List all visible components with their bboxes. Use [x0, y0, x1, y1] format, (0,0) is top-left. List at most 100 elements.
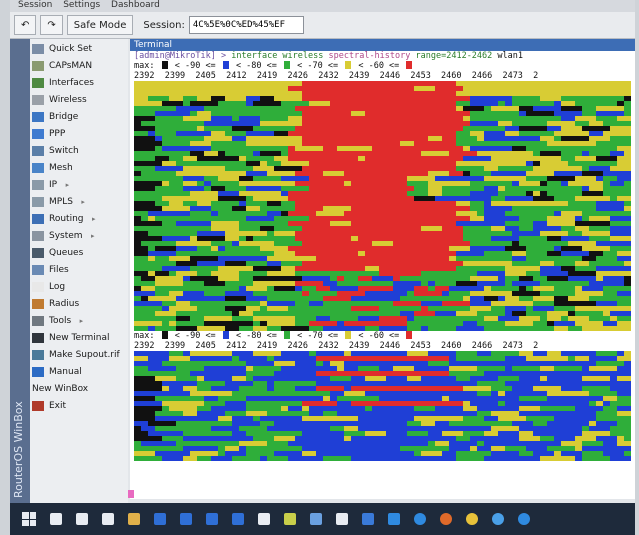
spectral-cell: [540, 401, 561, 406]
spectral-cell: [554, 171, 568, 176]
sidebar-item-mpls[interactable]: MPLS ▸: [32, 194, 85, 210]
task-view-icon[interactable]: [76, 513, 88, 525]
spectral-cell: [393, 356, 414, 361]
sidebar-item-switch[interactable]: Switch: [32, 143, 79, 159]
sidebar-item-capsman[interactable]: CAPsMAN: [32, 58, 92, 74]
sidebar-item-ppp[interactable]: PPP: [32, 126, 65, 142]
spectral-cell: [134, 281, 155, 286]
sidebar-item-routing[interactable]: Routing ▸: [32, 211, 96, 227]
spectral-cell: [463, 186, 484, 191]
winbox-icon[interactable]: [492, 513, 504, 525]
spectral-cell: [379, 116, 400, 121]
sidebar-item-bridge[interactable]: Bridge: [32, 109, 78, 125]
spectral-cell: [442, 276, 470, 281]
spectral-cell: [386, 376, 393, 381]
undo-button[interactable]: ↶: [14, 15, 37, 35]
spectral-cell: [141, 296, 148, 301]
spectral-cell: [435, 101, 449, 106]
spectral-cell: [337, 111, 344, 116]
app-icon[interactable]: [154, 513, 166, 525]
spectral-cell: [435, 401, 463, 406]
redo-button[interactable]: ↷: [40, 15, 63, 35]
safe-mode-button[interactable]: Safe Mode: [66, 15, 134, 35]
chrome-icon[interactable]: [466, 513, 478, 525]
menu-dashboard[interactable]: Dashboard: [111, 0, 160, 10]
calendar-icon[interactable]: [336, 513, 348, 525]
spectral-cell: [393, 246, 400, 251]
spectral-cell: [435, 286, 449, 291]
sidebar-item-manual[interactable]: Manual: [32, 364, 82, 380]
spectral-cell: [253, 291, 274, 296]
spectral-cell: [498, 151, 512, 156]
spectral-cell: [309, 436, 337, 441]
sidebar-item-queues[interactable]: Queues: [32, 245, 83, 261]
spectral-cell: [498, 456, 526, 461]
spectral-cell: [519, 86, 547, 91]
notes-icon[interactable]: [284, 513, 296, 525]
sidebar-item-make-supout-rif[interactable]: Make Supout.rif: [32, 347, 120, 363]
paint-icon[interactable]: [310, 513, 322, 525]
spectral-cell: [239, 266, 253, 271]
spectral-cell: [197, 226, 211, 231]
spectral-cell: [400, 446, 421, 451]
sidebar-item-radius[interactable]: Radius: [32, 296, 79, 312]
menu-session[interactable]: Session: [18, 0, 52, 10]
calculator-icon[interactable]: [102, 513, 114, 525]
menu-settings[interactable]: Settings: [63, 0, 100, 10]
settings-icon[interactable]: [518, 513, 530, 525]
spectral-cell: [337, 226, 365, 231]
mail-icon[interactable]: [362, 513, 374, 525]
sidebar-item-exit[interactable]: Exit: [32, 398, 66, 414]
sidebar-item-new-winbox[interactable]: New WinBox: [32, 381, 88, 397]
edge-icon[interactable]: [388, 513, 400, 525]
spectral-cell: [260, 416, 281, 421]
spectral-cell: [232, 141, 239, 146]
app-icon[interactable]: [232, 513, 244, 525]
sidebar-item-tools[interactable]: Tools ▸: [32, 313, 83, 329]
terminal-window[interactable]: Terminal [admin@MikroTik] > interface wi…: [130, 39, 635, 499]
spectral-cell: [470, 276, 498, 281]
sidebar-item-interfaces[interactable]: Interfaces: [32, 75, 94, 91]
app-icon[interactable]: [180, 513, 192, 525]
sidebar-item-system[interactable]: System ▸: [32, 228, 95, 244]
spectral-cell: [281, 191, 288, 196]
spectral-cell: [337, 181, 344, 186]
spectral-cell: [309, 186, 316, 191]
sidebar-item-files[interactable]: Files: [32, 262, 69, 278]
spectral-cell: [400, 396, 421, 401]
session-field[interactable]: 4C%5E%0C%ED%45%EF: [188, 16, 304, 34]
spectral-cell: [246, 206, 260, 211]
spectral-cell: [183, 221, 211, 226]
terminal-app-icon[interactable]: [258, 513, 270, 525]
spectral-cell: [267, 256, 295, 261]
spectral-cell: [183, 176, 204, 181]
spectral-cell: [610, 456, 631, 461]
spectral-cell: [330, 451, 358, 456]
firefox-icon[interactable]: [440, 513, 452, 525]
spectral-cell: [449, 151, 477, 156]
spectral-cell: [414, 451, 421, 456]
spectral-cell: [148, 441, 176, 446]
sidebar-item-mesh[interactable]: Mesh: [32, 160, 73, 176]
spectral-cell: [176, 366, 183, 371]
spectral-cell: [176, 311, 204, 316]
sidebar-item-new-terminal[interactable]: New Terminal: [32, 330, 110, 346]
spectral-cell: [197, 126, 204, 131]
sidebar-item-log[interactable]: Log: [32, 279, 65, 295]
spectral-cell: [414, 256, 421, 261]
spectral-cell: [505, 431, 519, 436]
spectral-cell: [428, 306, 442, 311]
sidebar-item-quick-set[interactable]: Quick Set: [32, 41, 92, 57]
app-icon[interactable]: [206, 513, 218, 525]
search-icon[interactable]: [50, 513, 62, 525]
spectral-cell: [323, 216, 330, 221]
sidebar-item-wireless[interactable]: Wireless: [32, 92, 87, 108]
spectral-cell: [239, 211, 267, 216]
spectral-cell: [372, 256, 400, 261]
start-icon[interactable]: [22, 512, 36, 526]
file-explorer-icon[interactable]: [128, 513, 140, 525]
spectral-cell: [582, 191, 589, 196]
sidebar-item-ip[interactable]: IP ▸: [32, 177, 69, 193]
spectral-cell: [400, 256, 414, 261]
ie-icon[interactable]: [414, 513, 426, 525]
